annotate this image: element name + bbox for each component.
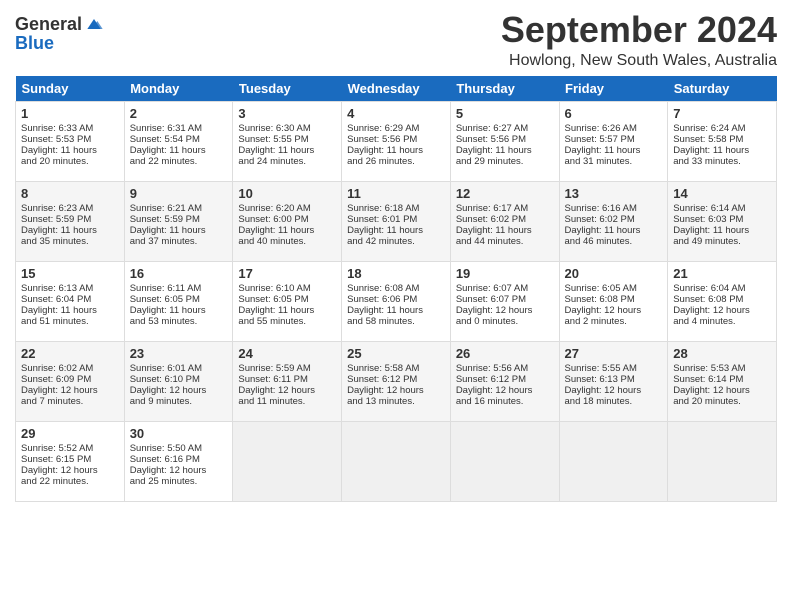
table-row: 24Sunrise: 5:59 AMSunset: 6:11 PMDayligh… (233, 341, 342, 421)
main-container: General Blue September 2024 Howlong, New… (0, 0, 792, 512)
table-row: 26Sunrise: 5:56 AMSunset: 6:12 PMDayligh… (450, 341, 559, 421)
logo-general: General (15, 15, 82, 33)
header-row: Sunday Monday Tuesday Wednesday Thursday… (16, 76, 777, 102)
table-row: 7Sunrise: 6:24 AMSunset: 5:58 PMDaylight… (668, 101, 777, 181)
table-row: 10Sunrise: 6:20 AMSunset: 6:00 PMDayligh… (233, 181, 342, 261)
table-row: 29Sunrise: 5:52 AMSunset: 6:15 PMDayligh… (16, 421, 125, 501)
table-row: 6Sunrise: 6:26 AMSunset: 5:57 PMDaylight… (559, 101, 668, 181)
table-row: 18Sunrise: 6:08 AMSunset: 6:06 PMDayligh… (342, 261, 451, 341)
table-row: 15Sunrise: 6:13 AMSunset: 6:04 PMDayligh… (16, 261, 125, 341)
table-row: 8Sunrise: 6:23 AMSunset: 5:59 PMDaylight… (16, 181, 125, 261)
month-title: September 2024 (501, 10, 777, 50)
table-row: 16Sunrise: 6:11 AMSunset: 6:05 PMDayligh… (124, 261, 233, 341)
calendar-table: Sunday Monday Tuesday Wednesday Thursday… (15, 76, 777, 502)
table-row (233, 421, 342, 501)
th-wednesday: Wednesday (342, 76, 451, 102)
th-friday: Friday (559, 76, 668, 102)
table-row: 9Sunrise: 6:21 AMSunset: 5:59 PMDaylight… (124, 181, 233, 261)
table-row (450, 421, 559, 501)
table-row: 12Sunrise: 6:17 AMSunset: 6:02 PMDayligh… (450, 181, 559, 261)
table-row: 17Sunrise: 6:10 AMSunset: 6:05 PMDayligh… (233, 261, 342, 341)
th-sunday: Sunday (16, 76, 125, 102)
table-row: 27Sunrise: 5:55 AMSunset: 6:13 PMDayligh… (559, 341, 668, 421)
th-thursday: Thursday (450, 76, 559, 102)
table-row: 19Sunrise: 6:07 AMSunset: 6:07 PMDayligh… (450, 261, 559, 341)
table-row: 2Sunrise: 6:31 AMSunset: 5:54 PMDaylight… (124, 101, 233, 181)
th-saturday: Saturday (668, 76, 777, 102)
table-row: 28Sunrise: 5:53 AMSunset: 6:14 PMDayligh… (668, 341, 777, 421)
th-monday: Monday (124, 76, 233, 102)
th-tuesday: Tuesday (233, 76, 342, 102)
table-row: 1Sunrise: 6:33 AMSunset: 5:53 PMDaylight… (16, 101, 125, 181)
table-row (342, 421, 451, 501)
table-row: 25Sunrise: 5:58 AMSunset: 6:12 PMDayligh… (342, 341, 451, 421)
logo: General Blue (15, 14, 104, 52)
table-row: 30Sunrise: 5:50 AMSunset: 6:16 PMDayligh… (124, 421, 233, 501)
header: General Blue September 2024 Howlong, New… (15, 10, 777, 70)
table-row: 14Sunrise: 6:14 AMSunset: 6:03 PMDayligh… (668, 181, 777, 261)
table-row: 3Sunrise: 6:30 AMSunset: 5:55 PMDaylight… (233, 101, 342, 181)
table-row: 20Sunrise: 6:05 AMSunset: 6:08 PMDayligh… (559, 261, 668, 341)
logo-icon (84, 14, 104, 34)
table-row (668, 421, 777, 501)
title-section: September 2024 Howlong, New South Wales,… (501, 10, 777, 70)
table-row: 21Sunrise: 6:04 AMSunset: 6:08 PMDayligh… (668, 261, 777, 341)
table-row (559, 421, 668, 501)
table-row: 5Sunrise: 6:27 AMSunset: 5:56 PMDaylight… (450, 101, 559, 181)
table-row: 23Sunrise: 6:01 AMSunset: 6:10 PMDayligh… (124, 341, 233, 421)
location-title: Howlong, New South Wales, Australia (501, 52, 777, 70)
table-row: 11Sunrise: 6:18 AMSunset: 6:01 PMDayligh… (342, 181, 451, 261)
table-row: 13Sunrise: 6:16 AMSunset: 6:02 PMDayligh… (559, 181, 668, 261)
table-row: 22Sunrise: 6:02 AMSunset: 6:09 PMDayligh… (16, 341, 125, 421)
logo-blue: Blue (15, 34, 54, 52)
table-row: 4Sunrise: 6:29 AMSunset: 5:56 PMDaylight… (342, 101, 451, 181)
